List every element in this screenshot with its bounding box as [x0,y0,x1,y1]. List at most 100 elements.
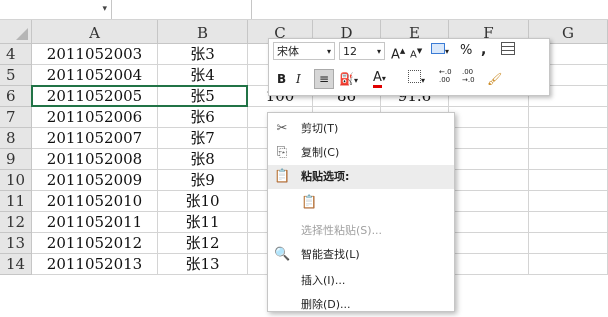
italic-button[interactable]: I [296,70,308,88]
grow-font-label: A [391,47,400,63]
name-box-dropdown-icon[interactable]: ▾ [102,4,107,14]
cell-g[interactable] [529,107,608,128]
column-header-b[interactable]: B [158,20,248,44]
cell-g[interactable] [529,233,608,254]
context-menu-label: 复制(C) [301,146,340,159]
context-menu-item[interactable]: 删除(D)... [268,293,454,317]
align-center-icon: ≡ [318,72,330,86]
context-menu-label: 剪切(T) [301,122,339,135]
font-color-icon: A [373,71,382,88]
cell-a[interactable]: 2011052004 [32,65,158,86]
decrease-decimal-button[interactable]: .00 →.0 [462,68,482,86]
row-header[interactable]: 14 [0,254,32,275]
cell-f[interactable] [449,107,529,128]
cell-a[interactable]: 2011052006 [32,107,158,128]
select-all-corner[interactable] [0,20,32,44]
cell-a[interactable]: 2011052010 [32,191,158,212]
cell-b[interactable]: 张3 [158,44,248,65]
row-header[interactable]: 12 [0,212,32,233]
cell-a[interactable]: 2011052009 [32,170,158,191]
name-box[interactable]: ▾ [0,0,112,19]
font-name-select[interactable]: 宋体 ▾ [273,42,335,60]
decrease-decimal-icon: .00 →.0 [462,68,475,84]
copy-icon: ⎘ [276,145,288,160]
font-size-select[interactable]: 12 ▾ [339,42,385,60]
context-menu-item[interactable]: 插入(I)... [268,269,454,293]
comma-style-button[interactable]: , [481,41,491,59]
cell-f[interactable] [449,149,529,170]
paste-option-button[interactable]: 📋 [268,189,454,219]
context-menu-item[interactable]: 🔍 智能查找(L) [268,243,454,267]
cell-f[interactable] [449,212,529,233]
chevron-down-icon: ▾ [376,47,381,56]
paste-options-header: 📋 粘贴选项: [268,165,454,189]
center-align-button[interactable]: ≡ [314,69,334,89]
cell-b[interactable]: 张4 [158,65,248,86]
cell-b[interactable]: 张6 [158,107,248,128]
cell-b[interactable]: 张8 [158,149,248,170]
smart-lookup-icon: 🔍 [274,247,291,262]
table-format-icon [501,42,515,55]
row-header[interactable]: 13 [0,233,32,254]
cell-f[interactable] [449,128,529,149]
row-header[interactable]: 4 [0,44,32,65]
context-menu-item: 选择性粘贴(S)... [268,219,454,243]
cell-b[interactable]: 张12 [158,233,248,254]
mini-toolbar: 宋体 ▾ 12 ▾ A▲ A▼ ▾ % , B I ≡ ⛽▾ A▾ ▾ ←.0 … [268,38,550,96]
increase-decimal-icon: ←.0 .00 [439,68,452,84]
row-header[interactable]: 10 [0,170,32,191]
increase-decimal-button[interactable]: ←.0 .00 [439,68,459,86]
row-header[interactable]: 11 [0,191,32,212]
font-size-value: 12 [343,45,357,58]
cell-g[interactable] [529,170,608,191]
cell-f[interactable] [449,170,529,191]
paste-option-icon: 📋 [301,195,318,210]
row-header[interactable]: 6 [0,86,32,107]
cell-a[interactable]: 2011052011 [32,212,158,233]
cell-b[interactable]: 张10 [158,191,248,212]
cell-a[interactable]: 2011052003 [32,44,158,65]
cell-g[interactable] [529,191,608,212]
context-menu-item[interactable]: ⎘ 复制(C) [268,141,454,165]
row-header[interactable]: 5 [0,65,32,86]
cell-g[interactable] [529,128,608,149]
cell-f[interactable] [449,191,529,212]
cell-a[interactable]: 2011052007 [32,128,158,149]
cell-f[interactable] [449,254,529,275]
cell-a[interactable]: 2011052008 [32,149,158,170]
cell-b[interactable]: 张7 [158,128,248,149]
borders-button[interactable]: ▾ [408,70,434,88]
column-header-a[interactable]: A [32,20,158,44]
shrink-font-button[interactable]: A▼ [410,42,424,60]
format-table-button[interactable] [501,42,517,60]
format-painter-button[interactable]: 🖌 [487,70,503,88]
context-menu-item[interactable]: ✂ 剪切(T) [268,117,454,141]
cell-a[interactable]: 2011052012 [32,233,158,254]
fill-color-button[interactable]: ⛽▾ [339,70,369,88]
cell-f[interactable] [449,233,529,254]
cell-a[interactable]: 2011052005 [32,86,158,107]
cell-g[interactable] [529,254,608,275]
bold-button[interactable]: B [277,70,289,88]
grow-font-button[interactable]: A▲ [391,42,405,63]
row-header[interactable]: 7 [0,107,32,128]
shrink-font-label: A [410,49,417,61]
cell-b[interactable]: 张5 [158,86,248,107]
formula-input[interactable] [256,0,608,19]
row-header[interactable]: 8 [0,128,32,149]
paint-bucket-icon: ⛽ [339,72,354,86]
cell-g[interactable] [529,212,608,233]
scissors-icon: ✂ [276,121,288,136]
font-color-button[interactable]: A▾ [373,69,403,88]
cell-b[interactable]: 张11 [158,212,248,233]
cell-b[interactable]: 张13 [158,254,248,275]
row-header[interactable]: 9 [0,149,32,170]
percent-style-button[interactable]: % [460,42,474,60]
cell-g[interactable] [529,149,608,170]
context-menu-label: 选择性粘贴(S)... [301,224,383,237]
cell-styles-button[interactable]: ▾ [431,42,455,60]
border-icon [408,70,421,83]
cell-a[interactable]: 2011052013 [32,254,158,275]
formula-controls [120,0,252,19]
cell-b[interactable]: 张9 [158,170,248,191]
